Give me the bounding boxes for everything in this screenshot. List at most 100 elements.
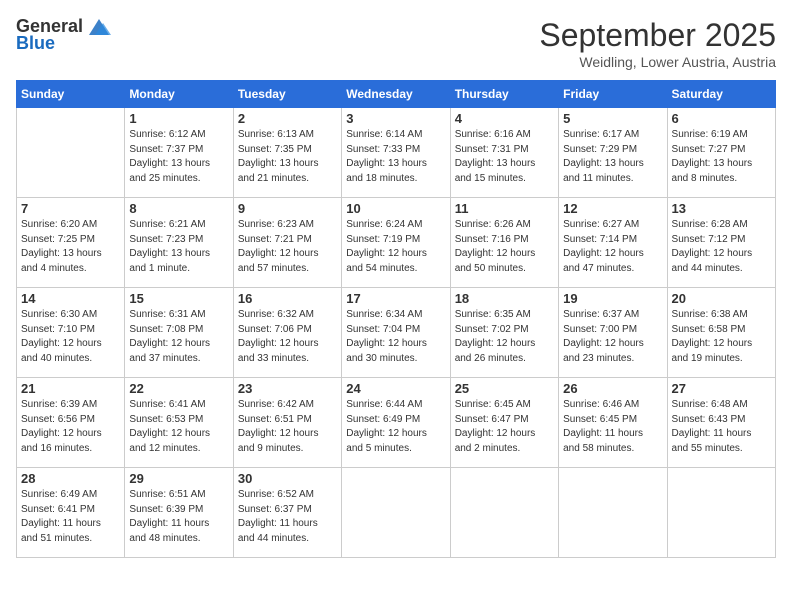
day-number: 16 bbox=[238, 291, 337, 306]
day-number: 22 bbox=[129, 381, 228, 396]
day-number: 21 bbox=[21, 381, 120, 396]
calendar-week-1: 1 Sunrise: 6:12 AM Sunset: 7:37 PM Daylig… bbox=[17, 108, 776, 198]
calendar-cell: 19 Sunrise: 6:37 AM Sunset: 7:00 PM Dayli… bbox=[559, 288, 667, 378]
page-header: General Blue September 2025 Weidling, Lo… bbox=[16, 16, 776, 70]
day-number: 18 bbox=[455, 291, 554, 306]
calendar-cell: 4 Sunrise: 6:16 AM Sunset: 7:31 PM Daylig… bbox=[450, 108, 558, 198]
day-info: Sunrise: 6:24 AM Sunset: 7:19 PM Dayligh… bbox=[346, 218, 445, 276]
calendar-cell: 5Sunrise: 6:17 AM Sunset: 7:29 PM Daylig… bbox=[559, 108, 667, 198]
day-info: Sunrise: 6:52 AM Sunset: 6:37 PM Dayligh… bbox=[238, 488, 337, 546]
day-number: 19 bbox=[563, 291, 662, 306]
calendar-cell: 17 Sunrise: 6:34 AM Sunset: 7:04 PM Dayli… bbox=[342, 288, 450, 378]
day-number: 5 bbox=[563, 111, 662, 126]
day-info: Sunrise: 6:35 AM Sunset: 7:02 PM Dayligh… bbox=[455, 308, 554, 366]
day-info: Sunrise: 6:48 AM Sunset: 6:43 PM Dayligh… bbox=[672, 398, 771, 456]
day-number: 15 bbox=[129, 291, 228, 306]
calendar-cell: 18 Sunrise: 6:35 AM Sunset: 7:02 PM Dayli… bbox=[450, 288, 558, 378]
weekday-monday: Monday bbox=[125, 81, 233, 108]
month-title: September 2025 bbox=[539, 16, 776, 54]
day-number: 27 bbox=[672, 381, 771, 396]
day-number: 23 bbox=[238, 381, 337, 396]
calendar-table: SundayMondayTuesdayWednesdayThursdayFrid… bbox=[16, 80, 776, 558]
location-text: Weidling, Lower Austria, Austria bbox=[539, 54, 776, 70]
day-number: 13 bbox=[672, 201, 771, 216]
day-number: 26 bbox=[563, 381, 662, 396]
calendar-cell: 9Sunrise: 6:23 AM Sunset: 7:21 PM Daylig… bbox=[233, 198, 341, 288]
day-info: Sunrise: 6:46 AM Sunset: 6:45 PM Dayligh… bbox=[563, 398, 662, 456]
day-info: Sunrise: 6:37 AM Sunset: 7:00 PM Dayligh… bbox=[563, 308, 662, 366]
calendar-cell: 8Sunrise: 6:21 AM Sunset: 7:23 PM Daylig… bbox=[125, 198, 233, 288]
day-number: 3 bbox=[346, 111, 445, 126]
day-info: Sunrise: 6:12 AM Sunset: 7:37 PM Dayligh… bbox=[129, 128, 228, 186]
calendar-cell: 24Sunrise: 6:44 AM Sunset: 6:49 PM Dayli… bbox=[342, 378, 450, 468]
calendar-cell: 2 Sunrise: 6:13 AM Sunset: 7:35 PM Daylig… bbox=[233, 108, 341, 198]
calendar-cell bbox=[17, 108, 125, 198]
weekday-wednesday: Wednesday bbox=[342, 81, 450, 108]
calendar-cell: 21 Sunrise: 6:39 AM Sunset: 6:56 PM Dayli… bbox=[17, 378, 125, 468]
weekday-saturday: Saturday bbox=[667, 81, 775, 108]
day-number: 2 bbox=[238, 111, 337, 126]
calendar-cell: 11 Sunrise: 6:26 AM Sunset: 7:16 PM Dayli… bbox=[450, 198, 558, 288]
calendar-cell: 16 Sunrise: 6:32 AM Sunset: 7:06 PM Dayli… bbox=[233, 288, 341, 378]
logo: General Blue bbox=[16, 16, 113, 54]
calendar-cell bbox=[667, 468, 775, 558]
day-number: 28 bbox=[21, 471, 120, 486]
day-number: 14 bbox=[21, 291, 120, 306]
day-info: Sunrise: 6:42 AM Sunset: 6:51 PM Dayligh… bbox=[238, 398, 337, 456]
calendar-body: 1 Sunrise: 6:12 AM Sunset: 7:37 PM Daylig… bbox=[17, 108, 776, 558]
day-number: 9 bbox=[238, 201, 337, 216]
day-info: Sunrise: 6:28 AM Sunset: 7:12 PM Dayligh… bbox=[672, 218, 771, 276]
day-info: Sunrise: 6:27 AM Sunset: 7:14 PM Dayligh… bbox=[563, 218, 662, 276]
calendar-week-5: 28 Sunrise: 6:49 AM Sunset: 6:41 PM Dayli… bbox=[17, 468, 776, 558]
calendar-cell bbox=[342, 468, 450, 558]
calendar-cell: 27 Sunrise: 6:48 AM Sunset: 6:43 PM Dayli… bbox=[667, 378, 775, 468]
day-info: Sunrise: 6:26 AM Sunset: 7:16 PM Dayligh… bbox=[455, 218, 554, 276]
calendar-cell: 26 Sunrise: 6:46 AM Sunset: 6:45 PM Dayli… bbox=[559, 378, 667, 468]
calendar-cell: 15 Sunrise: 6:31 AM Sunset: 7:08 PM Dayli… bbox=[125, 288, 233, 378]
day-info: Sunrise: 6:34 AM Sunset: 7:04 PM Dayligh… bbox=[346, 308, 445, 366]
day-number: 8 bbox=[129, 201, 228, 216]
day-number: 20 bbox=[672, 291, 771, 306]
calendar-cell bbox=[559, 468, 667, 558]
day-info: Sunrise: 6:39 AM Sunset: 6:56 PM Dayligh… bbox=[21, 398, 120, 456]
day-info: Sunrise: 6:45 AM Sunset: 6:47 PM Dayligh… bbox=[455, 398, 554, 456]
day-info: Sunrise: 6:16 AM Sunset: 7:31 PM Dayligh… bbox=[455, 128, 554, 186]
calendar-week-3: 14 Sunrise: 6:30 AM Sunset: 7:10 PM Dayli… bbox=[17, 288, 776, 378]
calendar-cell: 23 Sunrise: 6:42 AM Sunset: 6:51 PM Dayli… bbox=[233, 378, 341, 468]
calendar-cell: 22Sunrise: 6:41 AM Sunset: 6:53 PM Dayli… bbox=[125, 378, 233, 468]
day-number: 1 bbox=[129, 111, 228, 126]
day-info: Sunrise: 6:20 AM Sunset: 7:25 PM Dayligh… bbox=[21, 218, 120, 276]
weekday-sunday: Sunday bbox=[17, 81, 125, 108]
day-info: Sunrise: 6:49 AM Sunset: 6:41 PM Dayligh… bbox=[21, 488, 120, 546]
day-number: 17 bbox=[346, 291, 445, 306]
calendar-cell: 20 Sunrise: 6:38 AM Sunset: 6:58 PM Dayli… bbox=[667, 288, 775, 378]
day-info: Sunrise: 6:51 AM Sunset: 6:39 PM Dayligh… bbox=[129, 488, 228, 546]
day-info: Sunrise: 6:13 AM Sunset: 7:35 PM Dayligh… bbox=[238, 128, 337, 186]
day-number: 30 bbox=[238, 471, 337, 486]
day-number: 7 bbox=[21, 201, 120, 216]
logo-icon bbox=[85, 17, 113, 37]
day-info: Sunrise: 6:38 AM Sunset: 6:58 PM Dayligh… bbox=[672, 308, 771, 366]
calendar-cell: 12 Sunrise: 6:27 AM Sunset: 7:14 PM Dayli… bbox=[559, 198, 667, 288]
title-block: September 2025 Weidling, Lower Austria, … bbox=[539, 16, 776, 70]
day-number: 12 bbox=[563, 201, 662, 216]
calendar-cell: 13 Sunrise: 6:28 AM Sunset: 7:12 PM Dayli… bbox=[667, 198, 775, 288]
day-info: Sunrise: 6:30 AM Sunset: 7:10 PM Dayligh… bbox=[21, 308, 120, 366]
weekday-thursday: Thursday bbox=[450, 81, 558, 108]
day-info: Sunrise: 6:19 AM Sunset: 7:27 PM Dayligh… bbox=[672, 128, 771, 186]
day-number: 4 bbox=[455, 111, 554, 126]
day-number: 10 bbox=[346, 201, 445, 216]
calendar-cell: 10 Sunrise: 6:24 AM Sunset: 7:19 PM Dayli… bbox=[342, 198, 450, 288]
calendar-week-2: 7 Sunrise: 6:20 AM Sunset: 7:25 PM Daylig… bbox=[17, 198, 776, 288]
calendar-cell: 25 Sunrise: 6:45 AM Sunset: 6:47 PM Dayli… bbox=[450, 378, 558, 468]
calendar-cell: 29 Sunrise: 6:51 AM Sunset: 6:39 PM Dayli… bbox=[125, 468, 233, 558]
calendar-cell: 3Sunrise: 6:14 AM Sunset: 7:33 PM Daylig… bbox=[342, 108, 450, 198]
calendar-cell: 1 Sunrise: 6:12 AM Sunset: 7:37 PM Daylig… bbox=[125, 108, 233, 198]
day-number: 11 bbox=[455, 201, 554, 216]
day-number: 29 bbox=[129, 471, 228, 486]
day-number: 6 bbox=[672, 111, 771, 126]
day-number: 25 bbox=[455, 381, 554, 396]
day-info: Sunrise: 6:32 AM Sunset: 7:06 PM Dayligh… bbox=[238, 308, 337, 366]
calendar-cell: 7 Sunrise: 6:20 AM Sunset: 7:25 PM Daylig… bbox=[17, 198, 125, 288]
day-info: Sunrise: 6:31 AM Sunset: 7:08 PM Dayligh… bbox=[129, 308, 228, 366]
